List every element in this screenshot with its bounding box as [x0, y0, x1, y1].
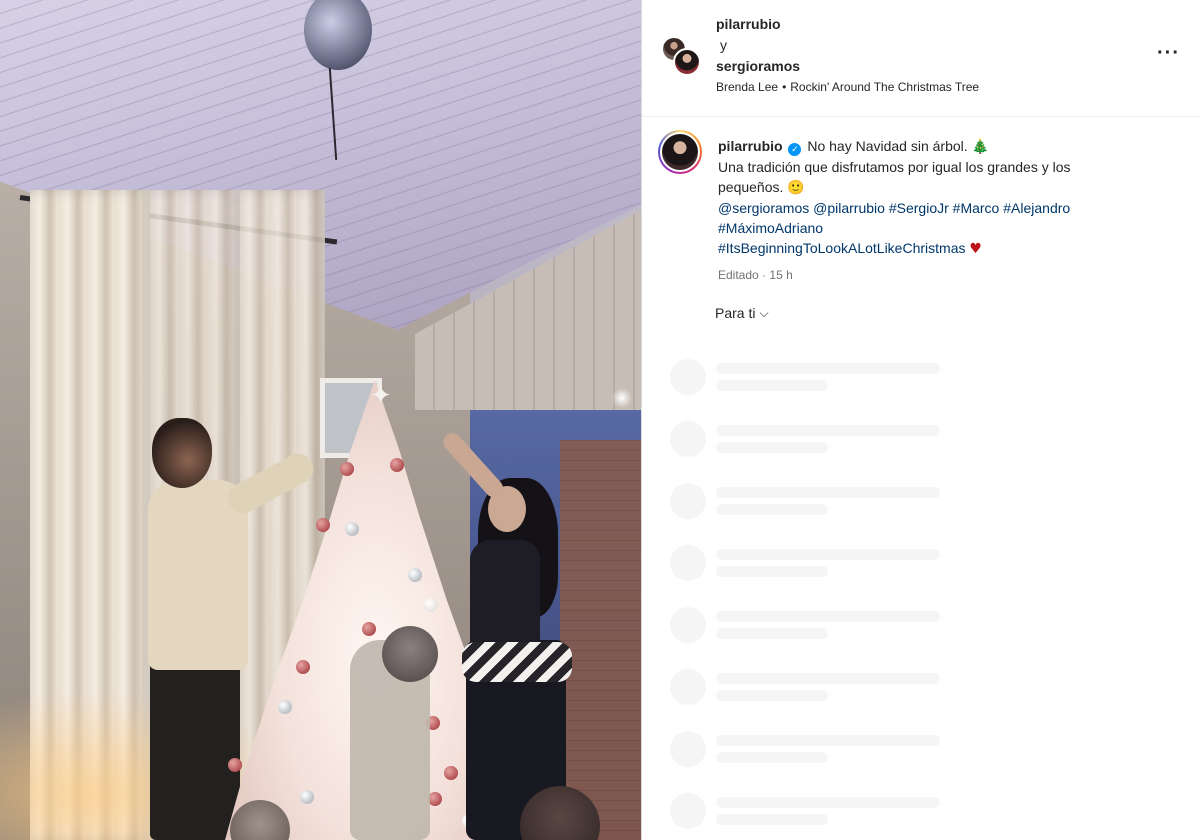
skeleton-line [716, 628, 828, 639]
comment-skeleton-row [670, 545, 1170, 607]
collab-avatars[interactable] [661, 36, 701, 76]
skeleton-line [716, 797, 940, 808]
comment-skeleton-row [670, 731, 1170, 793]
skeleton-avatar [670, 731, 706, 767]
comments-loading-list [670, 359, 1170, 840]
heart-emoji-icon: ♥ [969, 241, 982, 257]
hashtag-link[interactable]: #ItsBeginningToLookALotLikeChristmas [718, 240, 965, 256]
media-ornament [296, 660, 310, 674]
media-striped-sweater [462, 642, 572, 682]
avatar[interactable] [658, 130, 702, 174]
skeleton-line [716, 442, 828, 453]
skeleton-avatar [670, 545, 706, 581]
hashtag-link[interactable]: #MáximoAdriano [718, 220, 823, 236]
skeleton-avatar [670, 607, 706, 643]
comment-skeleton-row [670, 421, 1170, 483]
username-link[interactable]: sergioramos [716, 58, 800, 74]
skeleton-avatar [670, 793, 706, 829]
caption-username[interactable]: pilarrubio [718, 138, 783, 154]
hashtag-link[interactable]: #SergioJr [889, 200, 949, 216]
comment-skeleton-row [670, 607, 1170, 669]
skeleton-line [716, 752, 828, 763]
media-ornament [228, 758, 242, 772]
media-ornament [345, 522, 359, 536]
skeleton-line [716, 566, 828, 577]
skeleton-avatar [670, 359, 706, 395]
username-link[interactable]: pilarrubio [716, 16, 781, 32]
collab-connector: y [720, 37, 727, 53]
post-header: pilarrubio y sergioramos Brenda Lee • Rock… [642, 0, 1200, 117]
tree-emoji-icon: 🎄 [971, 139, 989, 155]
media-man-head [152, 418, 212, 488]
verified-badge-icon: ✓ [788, 143, 802, 156]
skeleton-line [716, 690, 828, 701]
media-ornament [408, 568, 422, 582]
media-ornament [340, 462, 354, 476]
media-woman-body [470, 540, 540, 650]
skeleton-avatar [670, 669, 706, 705]
media-child-head [382, 626, 438, 682]
edited-label: Editado [718, 268, 759, 282]
media-ornament [300, 790, 314, 804]
mention-link[interactable]: @pilarrubio [813, 200, 885, 216]
media-ornament [428, 792, 442, 806]
hashtag-link[interactable]: #Marco [953, 200, 1000, 216]
skeleton-line [716, 425, 940, 436]
skeleton-avatar [670, 483, 706, 519]
skeleton-avatar [670, 421, 706, 457]
audio-separator: • [782, 80, 787, 94]
post-details-panel: pilarrubio y sergioramos Brenda Lee • Rock… [642, 0, 1200, 840]
mention-link[interactable]: @sergioramos [718, 200, 809, 216]
media-man-legs [150, 660, 240, 840]
caption-line: Una tradición que disfrutamos por igual … [718, 159, 1071, 195]
post-media-video[interactable]: ✦ [0, 0, 641, 840]
comments-filter-label: Para ti [715, 305, 756, 321]
media-brick-wall [560, 440, 641, 840]
skeleton-line [716, 487, 940, 498]
smile-emoji-icon: 🙂 [787, 180, 805, 196]
caption-text: pilarrubio ✓ No hay Navidad sin árbol. 🎄… [718, 136, 1138, 285]
media-ornament [444, 766, 458, 780]
comment-skeleton-row [670, 483, 1170, 545]
comments-filter-dropdown[interactable]: Para ti ⌵ [715, 305, 769, 322]
media-ornament [278, 700, 292, 714]
audio-attribution[interactable]: Brenda Lee • Rockin' Around The Christmas … [716, 80, 979, 94]
media-ornament [390, 458, 404, 472]
audio-track[interactable]: Rockin' Around The Christmas Tree [790, 80, 979, 94]
more-options-icon[interactable]: ··· [1157, 42, 1180, 65]
skeleton-line [716, 673, 940, 684]
skeleton-line [716, 380, 828, 391]
media-ornament [424, 598, 438, 612]
skeleton-line [716, 363, 940, 374]
hashtag-link[interactable]: #Alejandro [1003, 200, 1070, 216]
chevron-down-icon: ⌵ [759, 306, 769, 320]
media-tree-star: ✦ [370, 380, 392, 410]
media-ceiling-light [612, 388, 632, 408]
skeleton-line [716, 549, 940, 560]
meta-separator: · [762, 268, 767, 282]
skeleton-line [716, 814, 828, 825]
collab-usernames: pilarrubio y sergioramos [716, 14, 800, 77]
comment-skeleton-row [670, 359, 1170, 421]
skeleton-line [716, 504, 828, 515]
caption-line: No hay Navidad sin árbol. [807, 138, 968, 154]
comment-skeleton-row [670, 669, 1170, 731]
timestamp[interactable]: 15 h [769, 268, 792, 282]
media-ornament [316, 518, 330, 532]
caption-meta: Editado · 15 h [718, 265, 1138, 285]
media-ornament [362, 622, 376, 636]
avatar[interactable] [673, 48, 701, 76]
audio-artist[interactable]: Brenda Lee [716, 80, 778, 94]
comment-skeleton-row [670, 793, 1170, 840]
skeleton-line [716, 611, 940, 622]
skeleton-line [716, 735, 940, 746]
